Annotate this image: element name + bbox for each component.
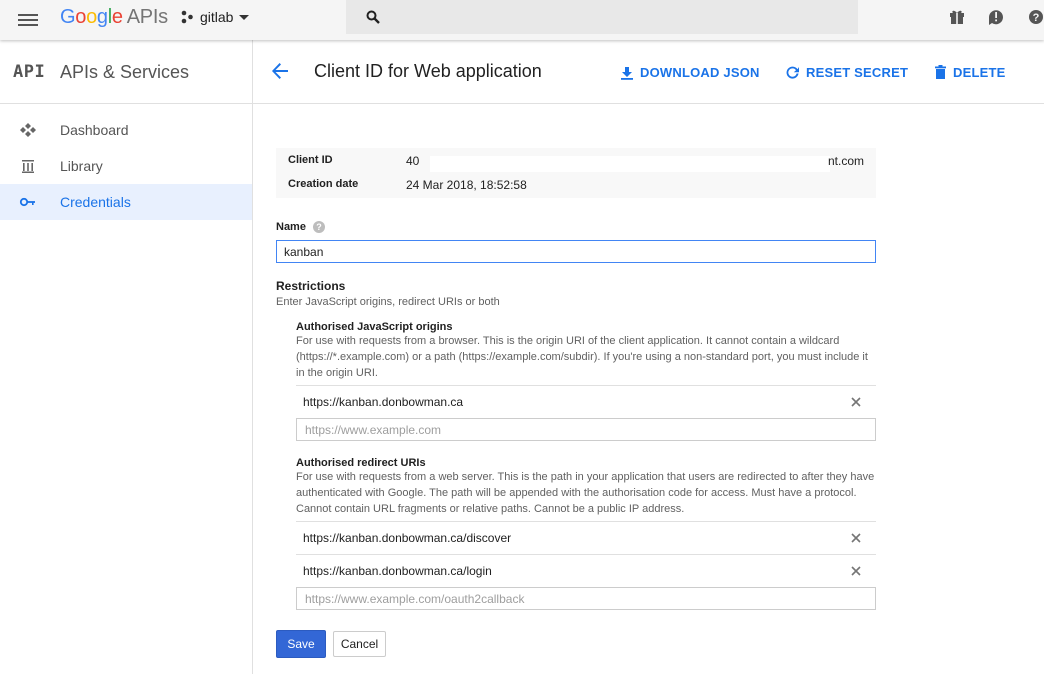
project-selector[interactable]: gitlab xyxy=(180,8,250,26)
js-origin-uri: https://kanban.donbowman.ca xyxy=(303,395,464,409)
project-icon xyxy=(181,10,193,24)
search-icon xyxy=(366,10,380,24)
api-logo-icon: API xyxy=(13,62,46,82)
top-bar: Google APIs gitlab ? xyxy=(0,0,1044,40)
sidebar: API APIs & Services Dashboard Library Cr… xyxy=(0,40,253,674)
redirect-uris-title: Authorised redirect URIs xyxy=(296,457,426,469)
redacted-area xyxy=(430,156,830,172)
help-icon[interactable]: ? xyxy=(1027,8,1044,26)
close-icon[interactable] xyxy=(850,532,862,544)
redirect-uri-input[interactable] xyxy=(296,587,876,610)
page-header: Client ID for Web application DOWNLOAD J… xyxy=(253,40,1044,104)
sidebar-item-label: Credentials xyxy=(60,194,131,210)
client-id-suffix: nt.com xyxy=(828,154,865,168)
client-info-box: Client ID 40 nt.com Creation date 24 Mar… xyxy=(276,148,876,198)
close-icon[interactable] xyxy=(850,565,862,577)
sidebar-item-dashboard[interactable]: Dashboard xyxy=(0,112,252,148)
sidebar-item-label: Library xyxy=(60,158,103,174)
trash-icon xyxy=(935,65,946,79)
restrictions-title: Restrictions xyxy=(276,279,346,293)
svg-text:?: ? xyxy=(1033,12,1040,24)
download-icon xyxy=(621,66,633,80)
restrictions-description: Enter JavaScript origins, redirect URIs … xyxy=(276,296,500,308)
reset-secret-button[interactable]: RESET SECRET xyxy=(785,65,908,80)
close-icon[interactable] xyxy=(850,396,862,408)
name-label: Name xyxy=(276,221,306,233)
gift-icon[interactable] xyxy=(948,8,966,26)
page-title: Client ID for Web application xyxy=(314,61,542,81)
feedback-icon[interactable] xyxy=(987,8,1005,26)
delete-button[interactable]: DELETE xyxy=(934,65,1005,80)
redirect-uris-description: For use with requests from a web server.… xyxy=(296,471,875,515)
dashboard-icon xyxy=(20,123,36,137)
help-icon[interactable]: ? xyxy=(313,221,325,233)
save-button[interactable]: Save xyxy=(276,630,326,658)
download-json-button[interactable]: DOWNLOAD JSON xyxy=(620,65,760,80)
sidebar-item-label: Dashboard xyxy=(60,122,129,138)
chevron-down-icon xyxy=(239,14,250,20)
name-input[interactable] xyxy=(276,240,876,263)
menu-icon[interactable] xyxy=(18,10,38,30)
refresh-icon xyxy=(786,66,799,79)
client-id-label: Client ID xyxy=(288,154,333,166)
js-origin-item: https://kanban.donbowman.ca xyxy=(296,385,876,418)
search-bar[interactable] xyxy=(346,0,858,34)
redirect-uri-item: https://kanban.donbowman.ca/login xyxy=(296,554,876,587)
creation-date-row: Creation date 24 Mar 2018, 18:52:58 xyxy=(288,178,527,192)
redirect-uri: https://kanban.donbowman.ca/discover xyxy=(303,531,512,545)
client-id-value: 40 xyxy=(406,154,420,168)
sidebar-item-credentials[interactable]: Credentials xyxy=(0,184,252,220)
redirect-uri-item: https://kanban.donbowman.ca/discover xyxy=(296,521,876,554)
js-origins-title: Authorised JavaScript origins xyxy=(296,321,453,333)
client-id-row: Client ID 40 nt.com xyxy=(288,154,876,172)
sidebar-item-library[interactable]: Library xyxy=(0,148,252,184)
js-origin-input[interactable] xyxy=(296,418,876,441)
google-apis-logo[interactable]: Google APIs xyxy=(60,6,168,28)
sidebar-title: APIs & Services xyxy=(60,62,190,82)
redirect-uri: https://kanban.donbowman.ca/login xyxy=(303,564,492,578)
project-name: gitlab xyxy=(200,9,234,25)
creation-date-label: Creation date xyxy=(288,178,359,190)
key-icon xyxy=(19,197,35,207)
cancel-button[interactable]: Cancel xyxy=(333,631,386,657)
sidebar-header: API APIs & Services xyxy=(0,40,252,104)
back-arrow-icon[interactable] xyxy=(271,62,289,80)
js-origins-description: For use with requests from a browser. Th… xyxy=(296,335,868,379)
library-icon xyxy=(22,160,34,173)
creation-date-value: 24 Mar 2018, 18:52:58 xyxy=(406,178,527,192)
